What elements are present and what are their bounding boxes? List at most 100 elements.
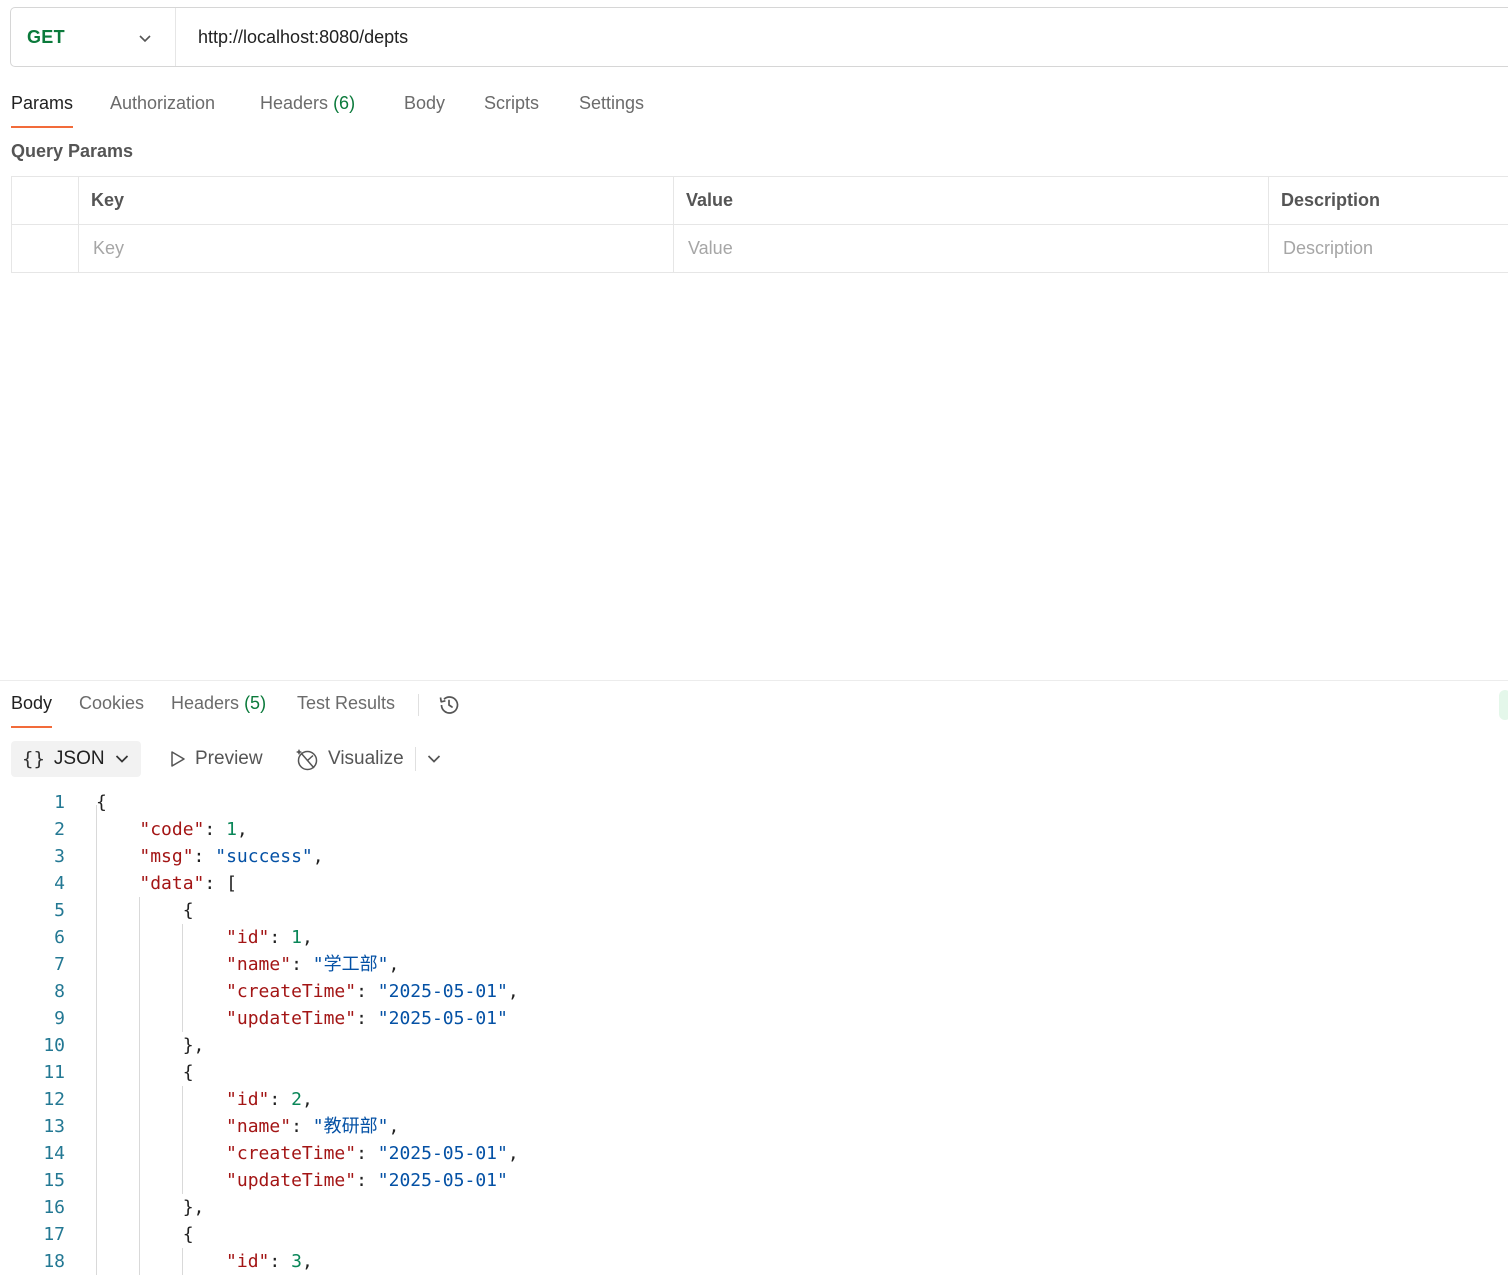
key-cell [78, 224, 674, 273]
line-number: 11 [43, 1062, 65, 1083]
toolbar-separator [415, 747, 416, 771]
line-content: { [96, 1224, 194, 1245]
tab-authorization[interactable]: Authorization [110, 86, 215, 128]
line-number: 15 [43, 1170, 65, 1191]
line-content: "updateTime": "2025-05-01" [226, 1008, 508, 1029]
code-line: 2 "code": 1, [0, 816, 1508, 843]
history-icon[interactable] [437, 693, 461, 717]
line-number: 17 [43, 1224, 65, 1245]
line-content: { [96, 1062, 194, 1083]
response-tab-body[interactable]: Body [11, 686, 53, 728]
line-content: "name": "学工部", [226, 954, 400, 975]
line-content: "updateTime": "2025-05-01" [226, 1170, 508, 1191]
value-cell [673, 224, 1269, 273]
tab-headers[interactable]: Headers (6) [260, 86, 355, 128]
line-content: }, [96, 1197, 205, 1218]
line-number: 7 [54, 954, 65, 975]
response-tabs: Body Cookies Headers (5) Test Results [11, 686, 511, 728]
key-input[interactable] [91, 237, 665, 260]
play-icon [171, 751, 185, 767]
json-braces-icon: {} [22, 748, 45, 770]
status-indicator [1499, 690, 1508, 720]
code-line: 5 { [0, 897, 1508, 924]
tab-label: Body [11, 693, 53, 713]
line-number: 3 [54, 846, 65, 867]
row-checkbox-cell [11, 224, 79, 273]
tab-label: Settings [579, 93, 645, 113]
preview-label: Preview [195, 748, 263, 769]
line-content: "msg": "success", [139, 846, 324, 867]
code-line: 1{ [0, 789, 1508, 816]
method-label: GET [27, 26, 65, 47]
line-content: "id": 2, [226, 1089, 313, 1110]
code-line: 16 }, [0, 1194, 1508, 1221]
description-input[interactable] [1281, 237, 1508, 260]
line-content: "createTime": "2025-05-01", [226, 981, 519, 1002]
tab-settings[interactable]: Settings [579, 86, 644, 128]
code-line: 17 { [0, 1221, 1508, 1248]
line-content: { [96, 792, 107, 813]
tab-label: Scripts [484, 93, 540, 113]
response-tab-headers[interactable]: Headers (5) [171, 686, 266, 728]
visualize-button[interactable]: Visualize [295, 741, 404, 777]
tab-body[interactable]: Body [404, 86, 445, 128]
tab-label: Params [11, 93, 74, 113]
code-line: 8 "createTime": "2025-05-01", [0, 978, 1508, 1005]
code-line: 12 "id": 2, [0, 1086, 1508, 1113]
chevron-down-icon [139, 35, 151, 43]
key-column-header: Key [78, 176, 674, 225]
code-line: 3 "msg": "success", [0, 843, 1508, 870]
code-line: 18 "id": 3, [0, 1248, 1508, 1275]
line-content: "createTime": "2025-05-01", [226, 1143, 519, 1164]
line-number: 6 [54, 927, 65, 948]
value-column-header: Value [673, 176, 1269, 225]
line-number: 12 [43, 1089, 65, 1110]
code-line: 13 "name": "教研部", [0, 1113, 1508, 1140]
format-select[interactable]: {} JSON [11, 741, 141, 777]
preview-button[interactable]: Preview [169, 741, 263, 777]
tab-label: Authorization [110, 93, 216, 113]
tab-count: (6) [333, 93, 356, 113]
tab-label: Headers [171, 693, 240, 713]
pane-divider[interactable] [0, 680, 1508, 681]
table-header-row: Key Value Description [11, 176, 1508, 225]
table-row [11, 224, 1508, 273]
code-line: 6 "id": 1, [0, 924, 1508, 951]
line-number: 8 [54, 981, 65, 1002]
tab-separator [418, 694, 419, 716]
line-number: 16 [43, 1197, 65, 1218]
checkbox-column-header [11, 176, 79, 225]
code-line: 14 "createTime": "2025-05-01", [0, 1140, 1508, 1167]
code-line: 15 "updateTime": "2025-05-01" [0, 1167, 1508, 1194]
line-content: "id": 3, [226, 1251, 313, 1272]
tab-count: (5) [244, 693, 267, 713]
query-params-title: Query Params [11, 141, 134, 161]
url-input[interactable] [196, 25, 1400, 49]
line-number: 18 [43, 1251, 65, 1272]
response-body-viewer[interactable]: 1{2 "code": 1, 3 "msg": "success", 4 "data… [0, 789, 1508, 1275]
code-line: 7 "name": "学工部", [0, 951, 1508, 978]
description-cell [1268, 224, 1508, 273]
visualize-icon [296, 748, 318, 770]
line-number: 5 [54, 900, 65, 921]
line-number: 14 [43, 1143, 65, 1164]
visualize-label: Visualize [328, 748, 404, 769]
tab-label: Test Results [297, 693, 396, 713]
line-content: }, [96, 1035, 205, 1056]
line-number: 13 [43, 1116, 65, 1137]
tab-scripts[interactable]: Scripts [484, 86, 539, 128]
code-line: 4 "data": [ [0, 870, 1508, 897]
code-line: 11 { [0, 1059, 1508, 1086]
line-number: 10 [43, 1035, 65, 1056]
tab-params[interactable]: Params [11, 86, 74, 128]
method-select[interactable]: GET [11, 8, 176, 66]
value-input[interactable] [686, 237, 1260, 260]
chevron-down-icon[interactable] [427, 753, 441, 765]
response-tab-cookies[interactable]: Cookies [79, 686, 144, 728]
line-number: 4 [54, 873, 65, 894]
format-label: JSON [53, 748, 105, 769]
response-tab-test-results[interactable]: Test Results [297, 686, 395, 728]
tab-label: Body [404, 93, 446, 113]
code-line: 9 "updateTime": "2025-05-01" [0, 1005, 1508, 1032]
query-params-table: Key Value Description [11, 176, 1508, 273]
